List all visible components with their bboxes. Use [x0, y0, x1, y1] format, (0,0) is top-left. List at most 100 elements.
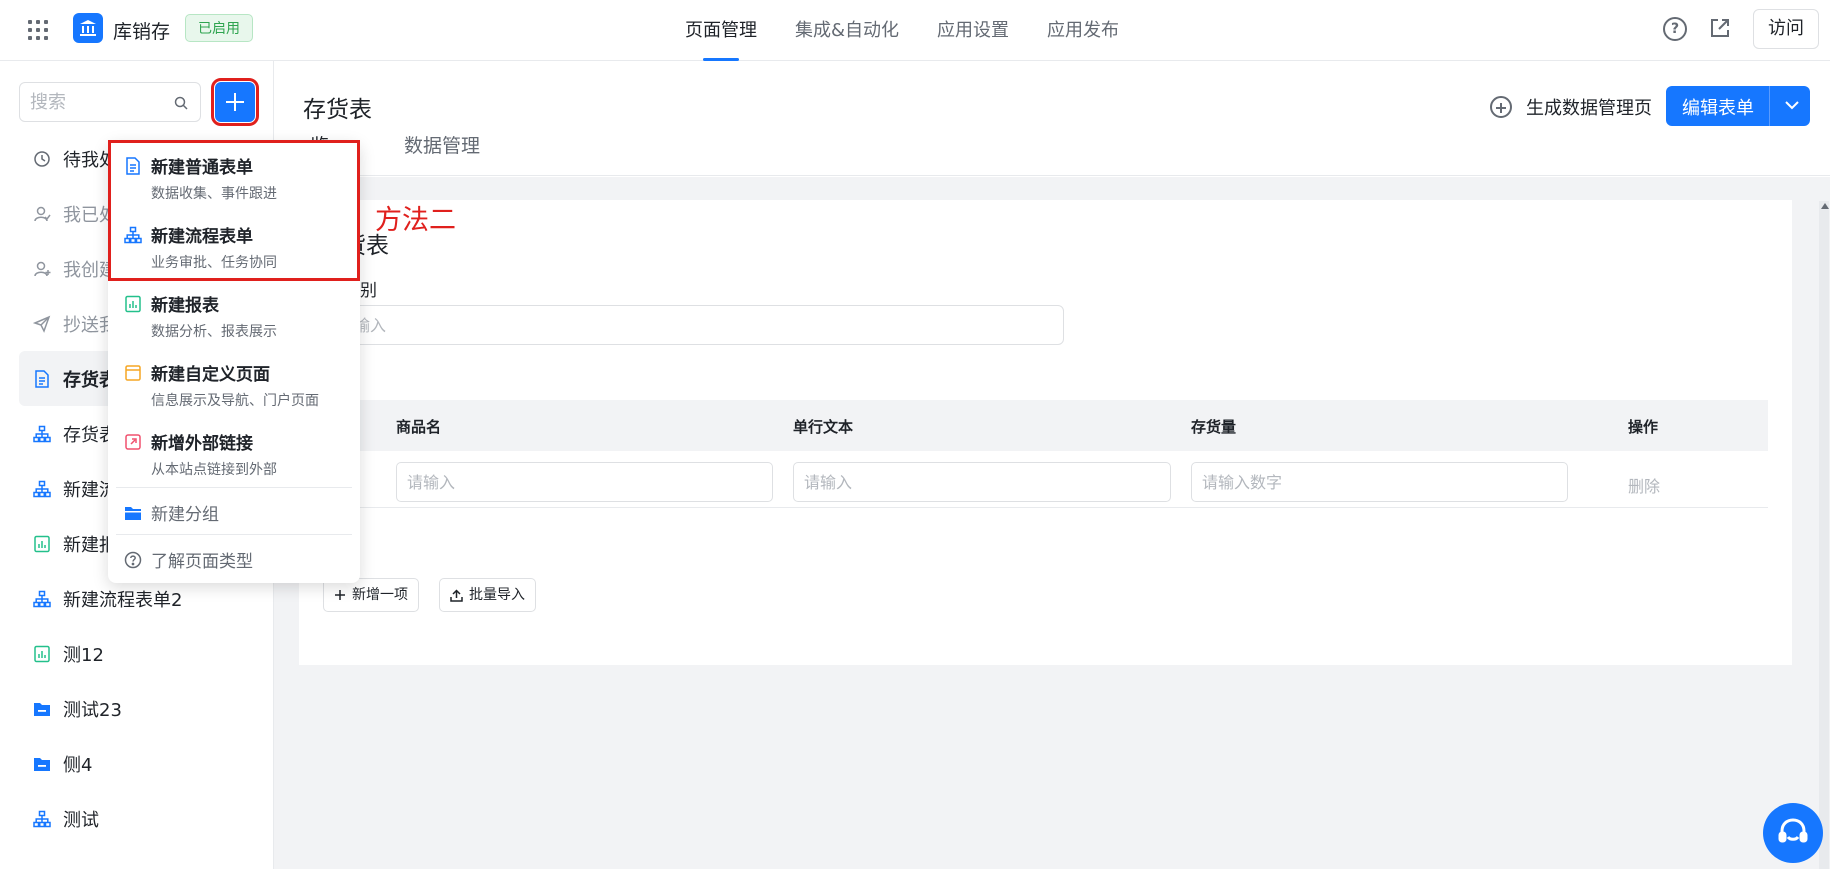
delete-row-button[interactable]: 删除 [1628, 473, 1660, 497]
flow-icon [33, 590, 51, 607]
form-canvas: 货表 类别 单 号 商品名 单行文本 存货量 操作 [274, 177, 1830, 869]
menu-item-new-flow-form[interactable]: 新建流程表单 业务审批、任务协同 [108, 210, 360, 278]
user-check-icon [34, 206, 51, 221]
search-input[interactable] [30, 83, 170, 121]
report-icon [34, 535, 50, 552]
form-preview-card: 货表 类别 单 号 商品名 单行文本 存货量 操作 [299, 200, 1792, 665]
table-row: 删除 [343, 451, 1768, 508]
new-page-dropdown: 新建普通表单 数据收集、事件跟进 新建流程表单 业务审批、任务协同 新建报表 数… [108, 141, 360, 583]
add-page-button[interactable] [211, 78, 259, 126]
search-icon[interactable] [174, 96, 188, 110]
subform-table-header: 号 商品名 单行文本 存货量 操作 [343, 400, 1768, 451]
menu-item-desc: 从本站点链接到外部 [151, 462, 277, 478]
plus-circle-icon [1490, 96, 1512, 118]
chevron-down-icon[interactable] [1782, 95, 1802, 115]
tab-integration-automation[interactable]: 集成&自动化 [795, 0, 899, 61]
menu-item-title: 新建报表 [151, 296, 219, 316]
app-logo-icon [73, 13, 103, 43]
annotation-label: 方法二 [375, 205, 456, 236]
menu-item-desc: 数据分析、报表展示 [151, 324, 277, 340]
link-icon [125, 434, 141, 450]
generate-label: 生成数据管理页 [1526, 98, 1652, 119]
search-box [19, 82, 201, 122]
folder-icon [125, 507, 141, 520]
generate-manage-page-button[interactable]: 生成数据管理页 [1490, 94, 1652, 120]
column-header: 商品名 [396, 418, 442, 436]
menu-item-new-external-link[interactable]: 新增外部链接 从本站点链接到外部 [108, 417, 360, 485]
sidebar-item-label: 测试23 [63, 699, 122, 721]
menu-item-label: 了解页面类型 [151, 552, 253, 572]
tab-page-management[interactable]: 页面管理 [685, 0, 757, 61]
plus-icon [335, 590, 345, 600]
flow-icon [33, 480, 51, 497]
visit-button[interactable]: 访问 [1753, 9, 1819, 49]
form-icon [35, 369, 49, 388]
page-title: 存货表 [303, 97, 372, 123]
sidebar-item-label: 测12 [63, 644, 104, 666]
flow-icon [33, 810, 51, 827]
sidebar-item-test12[interactable]: 测12 [19, 626, 255, 681]
flow-icon [124, 226, 142, 244]
custom-page-icon [125, 365, 141, 381]
send-icon [33, 315, 51, 333]
sidebar-item-test23[interactable]: 测试23 [19, 681, 255, 736]
menu-divider [116, 534, 352, 535]
menu-item-new-normal-form[interactable]: 新建普通表单 数据收集、事件跟进 [108, 141, 360, 209]
help-icon[interactable]: ? [1663, 17, 1687, 41]
button-divider [1769, 86, 1770, 126]
edit-form-label: 编辑表单 [1682, 98, 1754, 119]
folder-icon [34, 757, 50, 771]
bulk-import-label: 批量导入 [469, 587, 525, 603]
flow-icon [33, 425, 51, 442]
sidebar-item-test[interactable]: 测试 [19, 791, 255, 846]
status-badge: 已启用 [185, 14, 253, 42]
menu-item-new-custom-page[interactable]: 新建自定义页面 信息展示及导航、门户页面 [108, 348, 360, 416]
stock-cell [1191, 462, 1568, 502]
customer-support-button[interactable] [1763, 803, 1823, 863]
menu-item-title: 新建普通表单 [151, 158, 253, 178]
column-header: 存货量 [1191, 418, 1237, 436]
report-icon [125, 295, 141, 313]
edit-form-button[interactable]: 编辑表单 [1666, 86, 1810, 126]
upload-icon [450, 588, 463, 602]
tab-app-settings[interactable]: 应用设置 [937, 0, 1009, 61]
menu-item-title: 新建自定义页面 [151, 365, 270, 385]
top-bar: 库销存 已启用 页面管理 集成&自动化 应用设置 应用发布 ? 访问 [0, 0, 1830, 61]
clock-icon [34, 150, 50, 167]
menu-item-new-report[interactable]: 新建报表 数据分析、报表展示 [108, 279, 360, 347]
stock-input[interactable] [1192, 463, 1567, 501]
menu-item-desc: 信息展示及导航、门户页面 [151, 393, 319, 409]
add-item-label: 新增一项 [352, 587, 408, 603]
help-icon [124, 551, 142, 569]
menu-item-title: 新建流程表单 [151, 227, 253, 247]
top-nav: 页面管理 集成&自动化 应用设置 应用发布 [685, 0, 1119, 61]
menu-item-new-group[interactable]: 新建分组 [108, 490, 360, 534]
form-icon [126, 157, 140, 175]
text-cell [793, 462, 1171, 502]
sub-tabs: 览 数据管理 [274, 125, 1830, 176]
menu-item-learn-page-types[interactable]: 了解页面类型 [108, 537, 360, 581]
sidebar-item-label: 测试 [63, 809, 99, 831]
tab-data-management[interactable]: 数据管理 [404, 129, 480, 164]
folder-icon [34, 702, 50, 716]
category-input[interactable] [344, 306, 1063, 344]
menu-item-desc: 数据收集、事件跟进 [151, 186, 277, 202]
app-grid-icon[interactable] [28, 20, 48, 40]
scroll-up-icon[interactable] [1821, 203, 1829, 209]
sidebar-item-side4[interactable]: 侧4 [19, 736, 255, 791]
add-item-button[interactable]: 新增一项 [323, 578, 419, 612]
main-area: 存货表 生成数据管理页 编辑表单 览 数据管理 货表 类别 单 号 商品名 单行… [274, 61, 1830, 869]
sidebar-item-label: 侧4 [63, 754, 93, 776]
text-input[interactable] [794, 463, 1170, 501]
bulk-import-button[interactable]: 批量导入 [439, 578, 536, 612]
tab-app-publish[interactable]: 应用发布 [1047, 0, 1119, 61]
headset-icon [1778, 818, 1808, 843]
product-name-cell [396, 462, 773, 502]
external-link-icon[interactable] [1708, 16, 1732, 44]
app-name: 库销存 [113, 21, 171, 43]
user-add-icon [34, 261, 51, 276]
menu-item-title: 新增外部链接 [151, 434, 253, 454]
product-name-input[interactable] [397, 463, 772, 501]
column-header: 操作 [1628, 418, 1659, 436]
vertical-scrollbar[interactable] [1819, 201, 1829, 869]
